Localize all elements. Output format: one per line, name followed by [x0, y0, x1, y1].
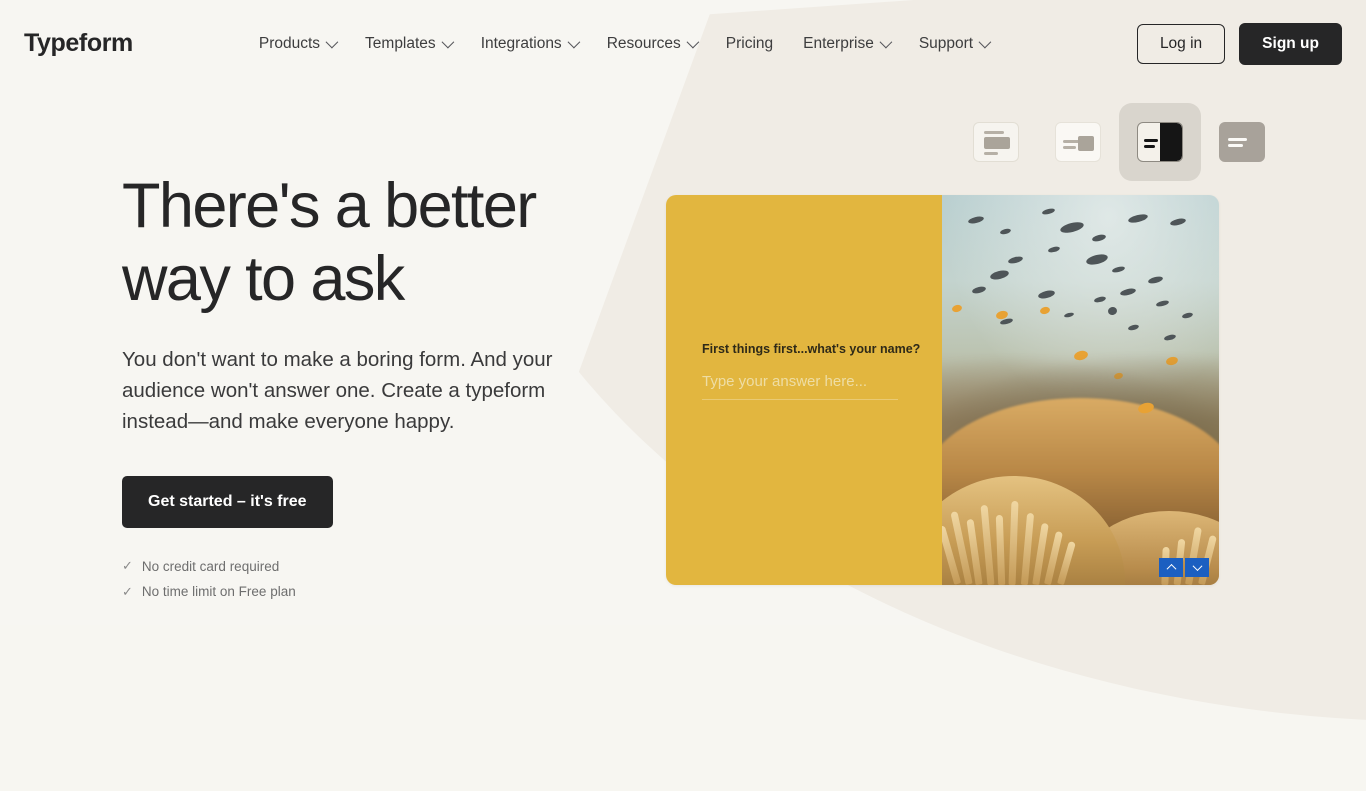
- layout-switcher: [955, 103, 1283, 181]
- layout-full-background-icon: [1219, 122, 1265, 162]
- hero-subhead: You don't want to make a boring form. An…: [122, 344, 612, 437]
- form-background-image: [942, 195, 1219, 585]
- chevron-down-icon: [567, 36, 580, 49]
- chevron-down-icon: [979, 36, 992, 49]
- nav-item-label: Enterprise: [803, 35, 874, 53]
- nav-item-label: Integrations: [481, 35, 562, 53]
- list-item: ✓ No time limit on Free plan: [122, 579, 642, 605]
- list-item: ✓ No credit card required: [122, 554, 642, 580]
- layout-text-left-image-right-icon: [1055, 122, 1101, 162]
- chevron-down-icon: [1192, 561, 1202, 571]
- nav-item-label: Resources: [607, 35, 681, 53]
- nav-item-label: Pricing: [726, 35, 773, 53]
- nav-item-label: Templates: [365, 35, 436, 53]
- chevron-up-icon: [1166, 564, 1176, 574]
- nav-item-pricing[interactable]: Pricing: [726, 35, 773, 53]
- nav-item-products[interactable]: Products: [259, 35, 335, 53]
- perk-label: No credit card required: [142, 554, 279, 580]
- page-title: There's a better way to ask: [122, 170, 642, 316]
- site-header: Typeform Products Templates Integrations…: [0, 0, 1366, 87]
- nav-item-label: Support: [919, 35, 973, 53]
- hero-copy: There's a better way to ask You don't wa…: [122, 170, 642, 605]
- chevron-down-icon: [879, 36, 892, 49]
- nav-item-support[interactable]: Support: [919, 35, 988, 53]
- nav-item-templates[interactable]: Templates: [365, 35, 451, 53]
- layout-option-split-half[interactable]: [1119, 103, 1201, 181]
- typeform-logo[interactable]: Typeform: [24, 29, 133, 58]
- auth-actions: Log in Sign up: [1137, 23, 1342, 65]
- perk-label: No time limit on Free plan: [142, 579, 296, 605]
- layout-stacked-center-icon: [973, 122, 1019, 162]
- nav-item-enterprise[interactable]: Enterprise: [803, 35, 889, 53]
- form-preview-card: First things first...what's your name? T…: [666, 195, 1219, 585]
- layout-option-full-background[interactable]: [1201, 103, 1283, 181]
- signup-button[interactable]: Sign up: [1239, 23, 1342, 65]
- get-started-button[interactable]: Get started – it's free: [122, 476, 333, 528]
- perks-list: ✓ No credit card required ✓ No time limi…: [122, 554, 642, 605]
- chevron-down-icon: [326, 36, 339, 49]
- layout-option-text-left-image-right[interactable]: [1037, 103, 1119, 181]
- layout-split-half-icon: [1137, 122, 1183, 162]
- nav-item-label: Products: [259, 35, 320, 53]
- chevron-down-icon: [441, 36, 454, 49]
- nav-item-integrations[interactable]: Integrations: [481, 35, 577, 53]
- question-text: First things first...what's your name?: [702, 342, 920, 356]
- main-navigation: Products Templates Integrations Resource…: [259, 35, 988, 53]
- nav-item-resources[interactable]: Resources: [607, 35, 696, 53]
- answer-input[interactable]: Type your answer here...: [702, 373, 898, 400]
- login-button[interactable]: Log in: [1137, 24, 1225, 64]
- chevron-down-icon: [686, 36, 699, 49]
- form-navigation-arrows: [1159, 558, 1209, 577]
- previous-question-button[interactable]: [1159, 558, 1183, 577]
- check-icon: ✓: [122, 554, 133, 579]
- layout-option-stacked-center[interactable]: [955, 103, 1037, 181]
- next-question-button[interactable]: [1185, 558, 1209, 577]
- check-icon: ✓: [122, 580, 133, 605]
- form-question-panel: First things first...what's your name? T…: [666, 195, 942, 585]
